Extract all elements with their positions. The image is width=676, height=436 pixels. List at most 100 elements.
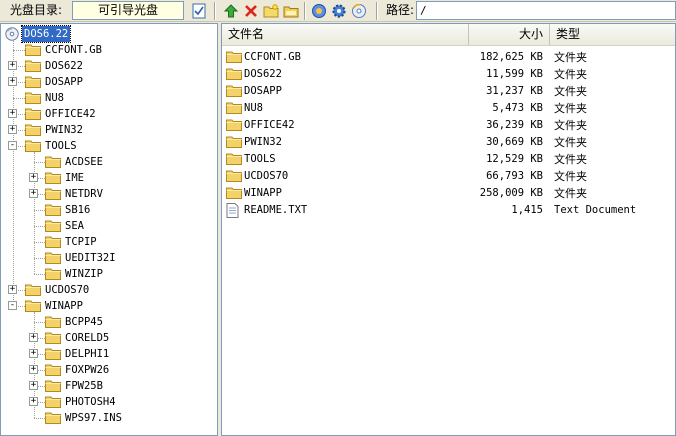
- folder-icon: [25, 59, 43, 73]
- disc-directory-field[interactable]: 可引导光盘: [72, 1, 184, 20]
- file-name: WINAPP: [244, 187, 282, 199]
- expand-icon[interactable]: +: [29, 381, 38, 390]
- expand-icon[interactable]: +: [8, 61, 17, 70]
- text-file-icon: [226, 203, 244, 218]
- expand-icon[interactable]: +: [8, 109, 17, 118]
- file-name: PWIN32: [244, 136, 282, 148]
- file-type: 文件夹: [554, 68, 587, 81]
- file-type: 文件夹: [554, 85, 587, 98]
- list-item[interactable]: TOOLS 12,529 KB 文件夹: [222, 151, 675, 168]
- new-folder-icon[interactable]: [262, 2, 280, 20]
- path-input[interactable]: /: [416, 1, 676, 20]
- column-header-type[interactable]: 类型: [550, 24, 675, 45]
- file-size: 31,237 KB: [486, 85, 543, 97]
- file-size: 1,415: [511, 204, 543, 216]
- folder-icon: [226, 101, 244, 116]
- folder-icon: [226, 84, 244, 99]
- folder-icon: [45, 347, 63, 361]
- up-arrow-icon[interactable]: [222, 2, 240, 20]
- list-item[interactable]: UCDOS70 66,793 KB 文件夹: [222, 168, 675, 185]
- list-item[interactable]: DOSAPP 31,237 KB 文件夹: [222, 83, 675, 100]
- folder-icon: [226, 118, 244, 133]
- tree-item-label: ACDSEE: [65, 156, 103, 168]
- tree-item-label: DOS622: [45, 60, 83, 72]
- tree-item-label: IME: [65, 172, 84, 184]
- expand-icon[interactable]: +: [8, 77, 17, 86]
- expand-icon[interactable]: +: [29, 365, 38, 374]
- tree-item-label: BCPP45: [65, 316, 103, 328]
- folder-icon: [25, 299, 43, 313]
- file-list[interactable]: 文件名 大小 类型 CCFONT.GB 182,625 KB 文件夹 DOS622 11…: [221, 23, 676, 436]
- folder-icon: [45, 187, 63, 201]
- folder-icon: [25, 107, 43, 121]
- list-item[interactable]: DOS622 11,599 KB 文件夹: [222, 66, 675, 83]
- expand-icon[interactable]: +: [8, 125, 17, 134]
- folder-icon: [226, 67, 244, 82]
- list-item[interactable]: PWIN32 30,669 KB 文件夹: [222, 134, 675, 151]
- folder-icon: [226, 50, 244, 65]
- folder-icon: [25, 43, 43, 57]
- file-type: 文件夹: [554, 153, 587, 166]
- folder-icon: [226, 169, 244, 184]
- file-name: DOS622: [244, 68, 282, 80]
- list-item[interactable]: OFFICE42 36,239 KB 文件夹: [222, 117, 675, 134]
- tree-item-label: WPS97.INS: [65, 412, 122, 424]
- folder-icon: [45, 251, 63, 265]
- expand-icon[interactable]: +: [8, 285, 17, 294]
- folder-icon: [25, 283, 43, 297]
- list-item[interactable]: NU8 5,473 KB 文件夹: [222, 100, 675, 117]
- file-size: 66,793 KB: [486, 170, 543, 182]
- collapse-icon[interactable]: -: [8, 301, 17, 310]
- folder-tree[interactable]: DOS6.22 CCFONT.GB + DOS622 + DOSAPP NU8 + OFFIC…: [0, 23, 218, 436]
- file-name: UCDOS70: [244, 170, 289, 182]
- file-type: Text Document: [554, 204, 637, 216]
- folder-icon: [25, 91, 43, 105]
- collapse-icon[interactable]: -: [8, 141, 17, 150]
- list-item[interactable]: CCFONT.GB 182,625 KB 文件夹: [222, 49, 675, 66]
- disc-icon[interactable]: [350, 2, 368, 20]
- file-type: 文件夹: [554, 51, 587, 64]
- tree-item-label: DELPHI1: [65, 348, 110, 360]
- tree-item-label: CCFONT.GB: [45, 44, 102, 56]
- expand-icon[interactable]: +: [29, 349, 38, 358]
- list-item[interactable]: WINAPP 258,009 KB 文件夹: [222, 185, 675, 202]
- note-check-icon[interactable]: [190, 2, 208, 20]
- tree-item-label: SEA: [65, 220, 84, 232]
- properties-icon[interactable]: [310, 2, 328, 20]
- file-name: README.TXT: [244, 204, 308, 216]
- tree-item-label: CORELD5: [65, 332, 110, 344]
- folder-icon: [45, 171, 63, 185]
- folder-icon: [25, 139, 43, 153]
- tree-item-label: NETDRV: [65, 188, 103, 200]
- tree-item-label: TOOLS: [45, 140, 77, 152]
- gear-icon[interactable]: [330, 2, 348, 20]
- expand-icon[interactable]: +: [29, 397, 38, 406]
- expand-icon[interactable]: +: [29, 333, 38, 342]
- file-type: 文件夹: [554, 119, 587, 132]
- expand-icon[interactable]: +: [29, 173, 38, 182]
- folder-icon: [45, 155, 63, 169]
- folder-icon: [25, 75, 43, 89]
- folder-icon: [226, 186, 244, 201]
- folder-open-icon[interactable]: [282, 2, 300, 20]
- file-type: 文件夹: [554, 136, 587, 149]
- folder-icon: [226, 135, 244, 150]
- file-size: 30,669 KB: [486, 136, 543, 148]
- tree-item-label: TCPIP: [65, 236, 97, 248]
- folder-icon: [45, 395, 63, 409]
- folder-icon: [45, 235, 63, 249]
- column-header-size[interactable]: 大小: [469, 24, 550, 45]
- file-size: 11,599 KB: [486, 68, 543, 80]
- list-header: 文件名 大小 类型: [222, 24, 675, 46]
- folder-icon: [45, 379, 63, 393]
- path-label: 路径:: [386, 3, 415, 17]
- file-size: 12,529 KB: [486, 153, 543, 165]
- delete-x-icon[interactable]: [242, 2, 260, 20]
- column-header-name[interactable]: 文件名: [222, 24, 469, 45]
- list-item[interactable]: README.TXT 1,415 Text Document: [222, 202, 675, 219]
- folder-icon: [226, 152, 244, 167]
- tree-item-label: SB16: [65, 204, 91, 216]
- folder-icon: [45, 331, 63, 345]
- tree-item-label: OFFICE42: [45, 108, 96, 120]
- expand-icon[interactable]: +: [29, 189, 38, 198]
